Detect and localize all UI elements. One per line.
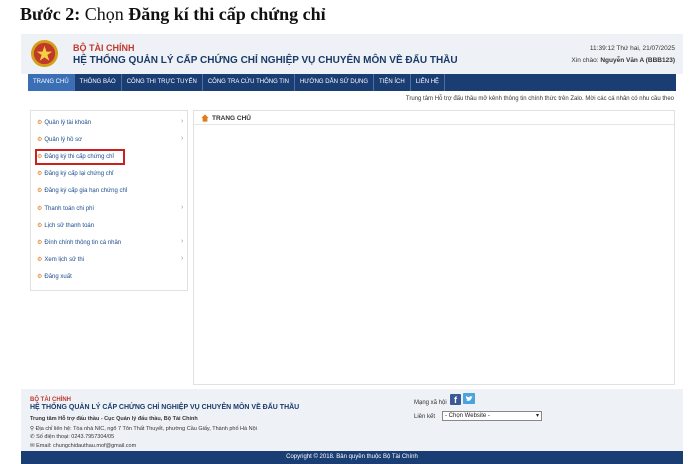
gear-icon: ⚙: [37, 120, 43, 126]
step-title: Bước 2: Chọn Đăng kí thi cấp chứng chỉ: [20, 4, 326, 25]
sidebar-item-payment[interactable]: ⚙ Thanh toán chi phí: [37, 205, 94, 212]
gear-icon: ⚙: [37, 223, 43, 229]
chevron-down-icon: ▾: [535, 413, 539, 419]
highlight-box: [35, 149, 125, 165]
sidebar-item-account[interactable]: ⚙ Quản lý tài khoản: [37, 119, 91, 126]
sidebar-item-reissue[interactable]: ⚙ Đăng ký cấp lại chứng chỉ: [37, 170, 113, 177]
sidebar-item-logout[interactable]: ⚙ Đăng xuất: [37, 273, 72, 280]
footer-address: ⚲ Địa chỉ liên hệ: Tòa nhà NIC, ngõ 7 Tô…: [30, 426, 257, 432]
footer-title: HỆ THỐNG QUẢN LÝ CẤP CHỨNG CHỈ NGHIỆP VỤ…: [30, 404, 300, 411]
nav-user-guide[interactable]: HƯỚNG DẪN SỬ DỤNG: [295, 74, 375, 91]
social-label: Mạng xã hội: [414, 400, 447, 406]
sidebar-item-renewal[interactable]: ⚙ Đăng ký cấp gia hạn chứng chỉ: [37, 187, 127, 194]
sidebar-item-exam-history[interactable]: ⚙ Xem lịch sử thi: [37, 256, 84, 263]
sidebar-item-label: Đăng xuất: [44, 274, 72, 280]
copyright-bar: Copyright © 2018. Bản quyền thuộc Bộ Tài…: [21, 451, 683, 464]
sidebar: ⚙ Quản lý tài khoản › ⚙ Quản lý hồ sơ › ⚙ Đ…: [30, 110, 188, 291]
sidebar-item-label: Xem lịch sử thi: [44, 257, 85, 263]
chevron-right-icon: ›: [181, 135, 184, 142]
footer-address-text: Địa chỉ liên hệ: Tòa nhà NIC, ngõ 7 Tôn …: [35, 426, 257, 432]
footer-center: Trung tâm Hỗ trợ đấu thầu - Cục Quản lý …: [30, 416, 198, 422]
gear-icon: ⚙: [37, 188, 43, 194]
main-content: TRANG CHỦ: [193, 110, 675, 385]
site-footer: BỘ TÀI CHÍNH HỆ THỐNG QUẢN LÝ CẤP CHỨNG …: [21, 389, 683, 451]
sidebar-item-label: Quản lý tài khoản: [44, 120, 92, 126]
datetime: 11:39:12 Thứ hai, 21/07/2025: [589, 45, 675, 52]
sidebar-item-label: Đăng ký cấp gia hạn chứng chỉ: [44, 188, 128, 194]
announcement-marquee[interactable]: Trung tâm Hỗ trợ đấu thầu mở kênh thông …: [28, 96, 674, 102]
twitter-icon[interactable]: [463, 393, 475, 404]
user-name[interactable]: Nguyễn Văn A (BBB123): [600, 57, 675, 64]
footer-email: ✉ Email: chungchidauthau.mof@gmail.com: [30, 443, 136, 449]
gear-icon: ⚙: [37, 137, 43, 143]
footer-phone: ✆ Số điện thoại: 0243.7957304/05: [30, 434, 114, 440]
gear-icon: ⚙: [37, 240, 43, 246]
sidebar-item-label: Quản lý hồ sơ: [44, 137, 83, 143]
chevron-right-icon: ›: [181, 204, 184, 211]
footer-email-text[interactable]: Email: chungchidauthau.mof@gmail.com: [36, 443, 136, 449]
greeting-prefix: Xin chào:: [571, 57, 601, 64]
footer-phone-text: Số điện thoại: 0243.7957304/05: [36, 434, 115, 440]
gear-icon: ⚙: [37, 257, 43, 263]
nav-home[interactable]: TRANG CHỦ: [28, 74, 75, 91]
gear-icon: ⚙: [37, 171, 43, 177]
sidebar-item-label: Lịch sử thanh toán: [44, 223, 95, 229]
main-nav: TRANG CHỦ THÔNG BÁO CÔNG THI TRỰC TUYẾN …: [28, 74, 676, 91]
sidebar-item-label: Đính chính thông tin cá nhân: [44, 240, 122, 246]
chevron-right-icon: ›: [181, 238, 184, 245]
sidebar-item-profile[interactable]: ⚙ Quản lý hồ sơ: [37, 136, 82, 143]
gear-icon: ⚙: [37, 274, 43, 280]
chevron-right-icon: ›: [181, 118, 184, 125]
sidebar-item-payment-history[interactable]: ⚙ Lịch sử thanh toán: [37, 222, 94, 229]
main-title: TRANG CHỦ: [212, 115, 251, 122]
system-title: HỆ THỐNG QUẢN LÝ CẤP CHỨNG CHỈ NGHIỆP VỤ…: [73, 55, 458, 66]
nav-announcements[interactable]: THÔNG BÁO: [75, 74, 122, 91]
main-header: TRANG CHỦ: [194, 111, 674, 125]
nav-lookup[interactable]: CÔNG TRA CỨU THÔNG TIN: [203, 74, 295, 91]
chevron-right-icon: ›: [181, 255, 184, 262]
sidebar-item-label: Thanh toán chi phí: [44, 206, 95, 212]
site-header: BỘ TÀI CHÍNH HỆ THỐNG QUẢN LÝ CẤP CHỨNG …: [21, 34, 683, 74]
nav-online-exam[interactable]: CÔNG THI TRỰC TUYẾN: [122, 74, 203, 91]
step-bold: Đăng kí thi cấp chứng chỉ: [128, 4, 326, 24]
facebook-icon[interactable]: f: [450, 394, 461, 405]
footer-org: BỘ TÀI CHÍNH: [30, 397, 71, 403]
link-label: Liên kết: [414, 414, 436, 420]
step-middle: Chọn: [80, 4, 129, 24]
home-icon: [201, 114, 209, 122]
sidebar-item-label: Đăng ký cấp lại chứng chỉ: [44, 171, 114, 177]
website-select[interactable]: - Chọn Website - ▾: [442, 411, 542, 421]
sidebar-item-correct-info[interactable]: ⚙ Đính chính thông tin cá nhân: [37, 239, 121, 246]
gear-icon: ⚙: [37, 206, 43, 212]
user-greeting: Xin chào: Nguyễn Văn A (BBB123): [571, 57, 675, 64]
website-select-value: - Chọn Website -: [445, 413, 490, 419]
nav-utilities[interactable]: TIỆN ÍCH: [374, 74, 411, 91]
org-name: BỘ TÀI CHÍNH: [73, 43, 135, 53]
step-prefix: Bước 2:: [20, 4, 81, 24]
nav-contact[interactable]: LIÊN HỆ: [411, 74, 446, 91]
national-emblem-icon: [30, 39, 59, 68]
